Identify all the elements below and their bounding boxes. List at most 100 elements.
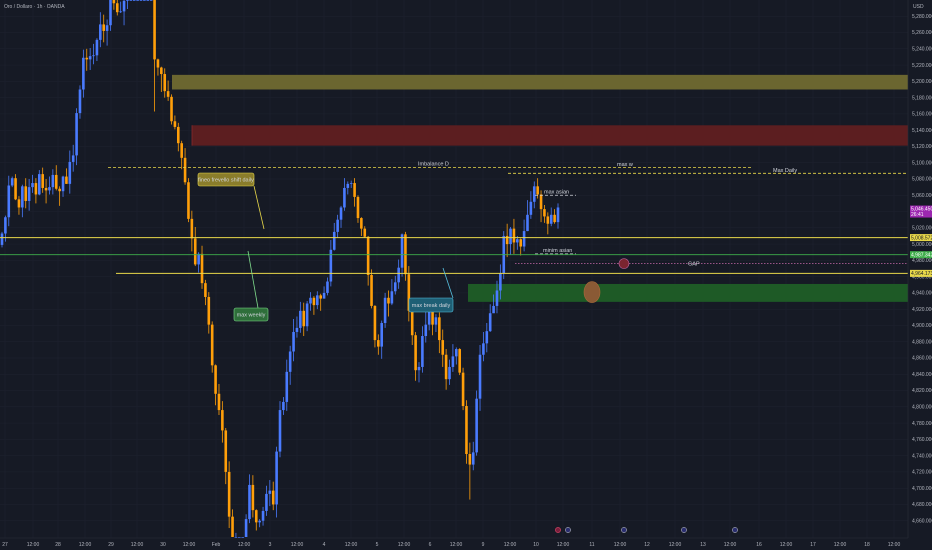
price-tick-label: 4,820.000	[912, 388, 932, 394]
candle-up	[282, 401, 285, 411]
candle-up	[478, 354, 482, 399]
gap-circle[interactable]	[618, 258, 630, 269]
candle-down	[156, 59, 160, 68]
candle-down	[512, 228, 516, 243]
price-tick-label: 4,720.000	[912, 470, 932, 476]
candle-down	[200, 253, 204, 284]
candle-down	[441, 340, 445, 355]
candle-up	[390, 291, 394, 304]
us-flag-icon[interactable]	[732, 527, 738, 533]
time-tick-label: 28	[55, 542, 61, 548]
candle-up	[132, 0, 136, 1]
candle-up	[454, 349, 458, 357]
candle-down	[543, 209, 546, 217]
candle-up	[499, 273, 502, 291]
candle-up	[48, 187, 51, 191]
candle-down	[458, 349, 461, 373]
time-tick-label: 12:00	[780, 542, 793, 548]
candle-down	[356, 196, 360, 219]
candle-up	[332, 231, 336, 250]
candle-down	[163, 74, 167, 92]
price-tick-label: 4,760.000	[912, 437, 932, 443]
green-zone-circle[interactable]	[583, 281, 601, 303]
candle-up	[0, 233, 4, 245]
candle-down	[221, 410, 224, 431]
candle-down	[112, 0, 116, 4]
candle-up	[421, 336, 424, 367]
event-flag-icon[interactable]	[555, 527, 561, 533]
candle-up	[339, 207, 343, 220]
candle-down	[193, 238, 197, 265]
time-tick-label: 6	[429, 542, 432, 548]
candle-up	[105, 25, 109, 31]
candle-down	[370, 275, 373, 306]
candle-down	[377, 340, 380, 347]
candle-down	[539, 194, 543, 210]
candle-down	[461, 372, 465, 407]
candle-up	[495, 290, 499, 306]
candle-down	[153, 0, 156, 60]
time-tick-label: 12:00	[27, 542, 40, 548]
candle-up	[126, 0, 129, 1]
candle-up	[448, 366, 451, 380]
candle-down	[180, 143, 183, 158]
candle-up	[305, 303, 309, 327]
candle-down	[224, 430, 228, 472]
price-tick-label: 4,700.000	[912, 486, 932, 492]
price-tick-label: 5,260.000	[912, 30, 932, 36]
time-tick-label: 12:00	[398, 542, 411, 548]
green-zone	[468, 283, 908, 302]
time-tick-label: 17	[810, 542, 816, 548]
candle-down	[204, 283, 207, 297]
candle-up	[295, 327, 299, 332]
candle-down	[254, 510, 258, 523]
time-tick-label: 29	[108, 542, 114, 548]
candle-up	[529, 201, 533, 215]
olive-zone	[172, 74, 908, 90]
candle-up	[400, 234, 404, 268]
price-tick-label: 4,660.000	[912, 518, 932, 524]
candle-up	[265, 493, 268, 511]
candle-down	[302, 310, 306, 327]
minim-asian-label: minim asian	[543, 248, 572, 254]
chart-canvas[interactable]: Imbalance D max w Max Daily max asian minim …	[0, 0, 932, 550]
candle-up	[119, 11, 122, 13]
time-tick-label: 18	[864, 542, 870, 548]
price-tick-label: 4,840.000	[912, 372, 932, 378]
candle-up	[393, 282, 397, 292]
time-tick-label: 12:00	[79, 542, 92, 548]
candle-up	[10, 178, 14, 186]
green-tag: 4,987.342	[910, 251, 932, 258]
gap-label: GAP	[688, 262, 700, 268]
candle-up	[109, 0, 112, 26]
us-flag-icon[interactable]	[565, 527, 571, 533]
us-flag-icon[interactable]	[621, 527, 627, 533]
candle-up	[241, 537, 245, 538]
time-tick-label: 4	[323, 542, 326, 548]
time-tick-label: 27	[2, 542, 8, 548]
candle-up	[129, 0, 133, 1]
candle-down	[217, 393, 221, 411]
time-tick-label: 12:00	[183, 542, 196, 548]
yellow-tag-2: 4,964.173	[910, 269, 932, 277]
candle-down	[387, 297, 390, 304]
candle-down	[444, 354, 448, 380]
candle-down	[85, 57, 89, 60]
price-tick-label: 5,180.000	[912, 95, 932, 101]
candle-up	[146, 0, 150, 1]
candle-down	[373, 305, 377, 341]
price-tick-label: 5,120.000	[912, 144, 932, 150]
candle-down	[166, 91, 170, 97]
candle-up	[485, 331, 489, 344]
time-tick-label: 12:00	[131, 542, 144, 548]
candle-up	[261, 510, 265, 521]
candle-down	[190, 218, 194, 239]
candle-down	[170, 96, 173, 122]
candle-down	[366, 236, 370, 276]
candle-down	[214, 365, 217, 394]
time-tick-label: 12:00	[291, 542, 304, 548]
time-tick-label: 12:00	[450, 542, 463, 548]
time-tick-label: 12	[644, 542, 650, 548]
candle-down	[34, 183, 38, 195]
us-flag-icon[interactable]	[681, 527, 687, 533]
